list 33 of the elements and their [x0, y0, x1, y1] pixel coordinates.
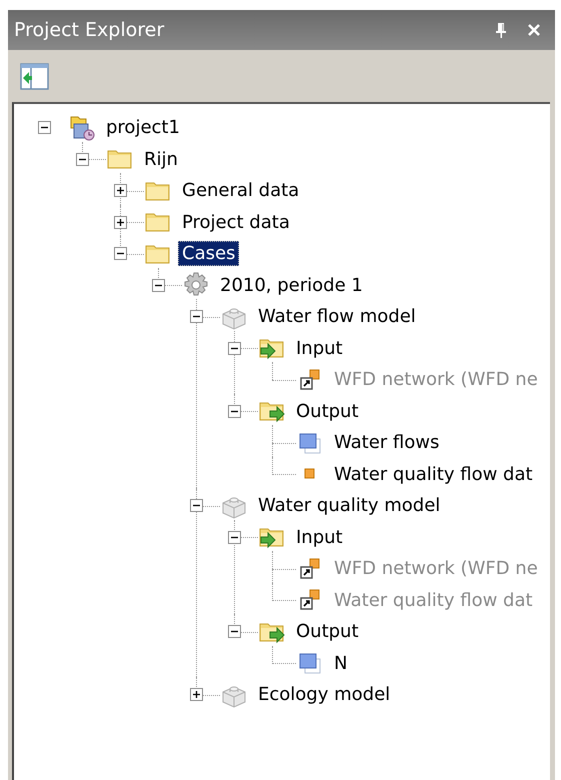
- collapse-icon[interactable]: [228, 530, 240, 544]
- collapse-icon[interactable]: [76, 152, 88, 166]
- expand-icon[interactable]: [114, 216, 126, 229]
- tree-item[interactable]: Output: [292, 619, 363, 644]
- tree-item[interactable]: Water flow model: [254, 304, 420, 330]
- tree-item[interactable]: General data: [178, 178, 304, 204]
- collapse-icon[interactable]: [228, 625, 240, 638]
- tree-item[interactable]: Water quality flow dat: [330, 462, 537, 487]
- close-icon[interactable]: [527, 23, 541, 37]
- collapse-icon[interactable]: [190, 499, 202, 512]
- collapse-icon[interactable]: [190, 310, 202, 324]
- collapse-icon[interactable]: [228, 342, 240, 355]
- collapse-icon[interactable]: [38, 121, 50, 134]
- tree-item[interactable]: project1: [102, 115, 184, 140]
- expand-icon[interactable]: [190, 688, 202, 702]
- collapse-icon[interactable]: [228, 404, 240, 418]
- tree-item[interactable]: Ecology model: [254, 682, 394, 708]
- pin-icon[interactable]: [495, 22, 507, 38]
- tree-item[interactable]: Water quality model: [254, 493, 444, 518]
- tree-item[interactable]: Cases: [178, 241, 240, 266]
- tree-item[interactable]: 2010, periode 1: [216, 272, 367, 298]
- collapse-icon[interactable]: [114, 247, 126, 260]
- panel-toggle-icon[interactable]: [20, 62, 49, 90]
- tree-item[interactable]: Input: [292, 524, 347, 550]
- tree-item[interactable]: N: [330, 650, 352, 676]
- panel-title: Project Explorer: [14, 19, 164, 41]
- tree-item[interactable]: Output: [292, 398, 363, 424]
- collapse-icon[interactable]: [152, 278, 164, 292]
- tree-item[interactable]: Project data: [178, 210, 294, 235]
- tree-item[interactable]: Rijn: [140, 146, 182, 172]
- expand-icon[interactable]: [114, 184, 126, 198]
- tree-item[interactable]: Water flows: [330, 430, 444, 456]
- tree-item[interactable]: Input: [292, 336, 347, 361]
